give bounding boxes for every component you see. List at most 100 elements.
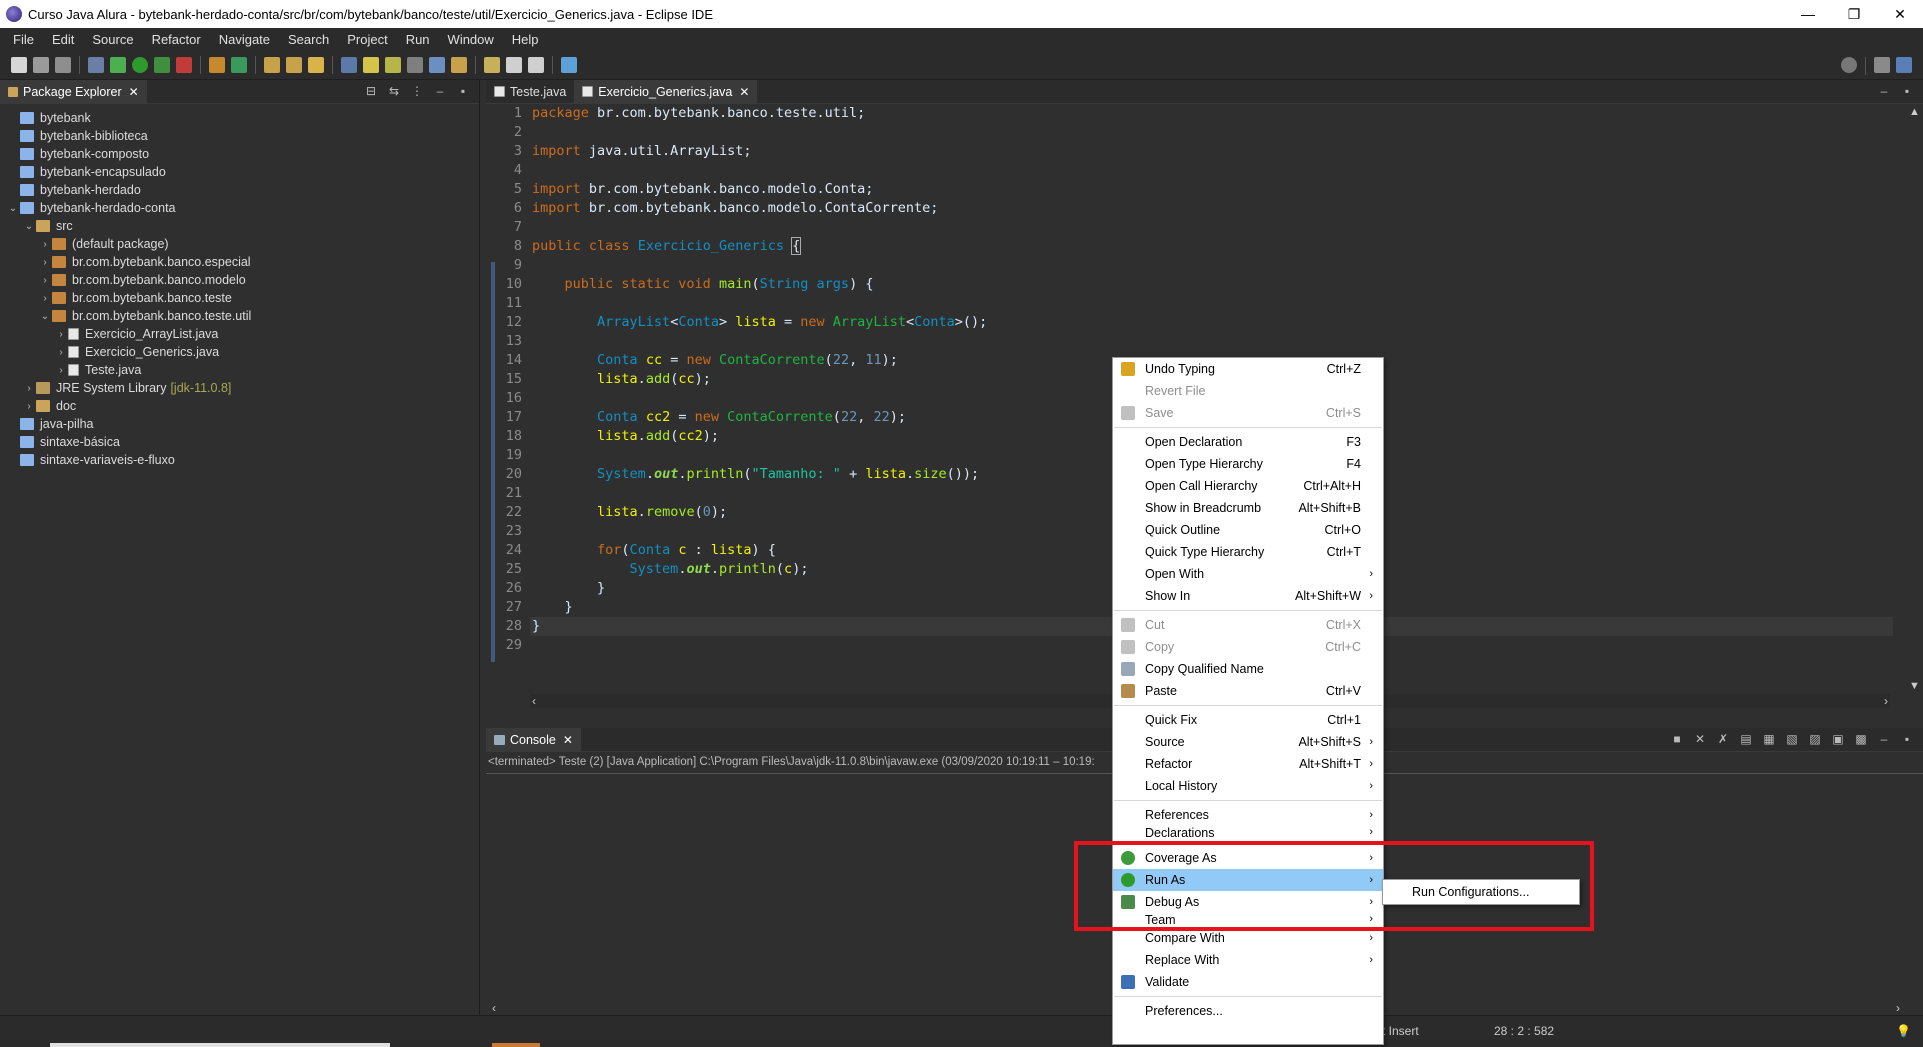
pin-console-icon[interactable]: ▧ xyxy=(1784,732,1800,746)
menu-item-quick-fix[interactable]: Quick Fix Ctrl+1 xyxy=(1113,709,1383,731)
terminate-icon[interactable]: ■ xyxy=(1669,732,1685,746)
scroll-lock-icon[interactable]: ▤ xyxy=(1738,732,1754,746)
close-icon[interactable]: ✕ xyxy=(739,85,749,99)
link-with-editor-icon[interactable]: ⇆ xyxy=(386,84,402,98)
menu-item-open-with[interactable]: Open With › xyxy=(1113,563,1383,585)
minimize-view-icon[interactable]: – xyxy=(432,84,448,98)
new-class-icon[interactable] xyxy=(231,56,247,73)
menu-item-show-in-breadcrumb[interactable]: Show in Breadcrumb Alt+Shift+B xyxy=(1113,497,1383,519)
tree-item[interactable]: › Exercicio_ArrayList.java xyxy=(0,325,479,343)
menu-item-refactor[interactable]: Refactor Alt+Shift+T › xyxy=(1113,753,1383,775)
collapsed-arrow-icon[interactable]: › xyxy=(38,257,52,268)
search-tool-icon[interactable] xyxy=(308,56,324,73)
menu-item-validate[interactable]: Validate xyxy=(1113,971,1383,993)
remove-all-terminated-icon[interactable]: ✗ xyxy=(1715,732,1731,746)
menu-source[interactable]: Source xyxy=(83,32,142,47)
collapse-all-icon[interactable]: ⊟ xyxy=(363,84,379,98)
maximize-editor-icon[interactable]: ▪ xyxy=(1899,84,1915,98)
tree-item[interactable]: sintaxe-básica xyxy=(0,433,479,451)
menu-project[interactable]: Project xyxy=(338,32,396,47)
menu-item-undo-typing[interactable]: Undo Typing Ctrl+Z xyxy=(1113,358,1383,380)
show-whitespace-icon[interactable] xyxy=(407,56,423,73)
search-icon[interactable] xyxy=(1841,57,1857,73)
coverage-icon[interactable] xyxy=(154,56,170,73)
tree-item[interactable]: › Exercicio_Generics.java xyxy=(0,343,479,361)
new-java-project-icon[interactable] xyxy=(209,56,225,73)
expanded-arrow-icon[interactable]: ⌄ xyxy=(6,203,20,214)
maximize-view-icon[interactable]: ▪ xyxy=(1899,732,1915,746)
tree-item[interactable]: ⌄ src xyxy=(0,217,479,235)
tab-console[interactable]: Console ✕ xyxy=(486,727,581,752)
last-edit-icon[interactable] xyxy=(484,56,500,73)
tree-item[interactable]: bytebank-encapsulado xyxy=(0,163,479,181)
menu-file[interactable]: File xyxy=(4,32,43,47)
scroll-left-icon[interactable]: ‹ xyxy=(492,1001,496,1015)
editor-vertical-scrollbar[interactable]: ▲ ▼ xyxy=(1905,104,1923,694)
menu-item-paste[interactable]: Paste Ctrl+V xyxy=(1113,680,1383,702)
collapsed-arrow-icon[interactable]: › xyxy=(54,329,68,340)
menu-item-source[interactable]: Source Alt+Shift+S › xyxy=(1113,731,1383,753)
word-wrap-icon[interactable]: ▦ xyxy=(1761,732,1777,746)
menu-item-references[interactable]: References › xyxy=(1113,804,1383,826)
tree-item[interactable]: java-pilha xyxy=(0,415,479,433)
tree-item[interactable]: ⌄ bytebank-herdado-conta xyxy=(0,199,479,217)
scroll-left-icon[interactable]: ‹ xyxy=(532,694,536,708)
mark-occurrences-icon[interactable] xyxy=(363,56,379,73)
next-annotation-icon[interactable] xyxy=(451,56,467,73)
menu-item-quick-outline[interactable]: Quick Outline Ctrl+O xyxy=(1113,519,1383,541)
menu-item-show-in[interactable]: Show In Alt+Shift+W › xyxy=(1113,585,1383,607)
expanded-arrow-icon[interactable]: ⌄ xyxy=(38,311,52,322)
skip-breakpoints-icon[interactable] xyxy=(88,56,104,73)
minimize-button[interactable]: — xyxy=(1785,0,1831,28)
menu-search[interactable]: Search xyxy=(279,32,338,47)
collapsed-arrow-icon[interactable]: › xyxy=(22,401,36,412)
menu-navigate[interactable]: Navigate xyxy=(210,32,279,47)
collapsed-arrow-icon[interactable]: › xyxy=(54,365,68,376)
collapsed-arrow-icon[interactable]: › xyxy=(22,383,36,394)
close-icon[interactable]: ✕ xyxy=(129,85,139,99)
run-icon[interactable] xyxy=(132,56,148,73)
tree-item[interactable]: › Teste.java xyxy=(0,361,479,379)
menu-window[interactable]: Window xyxy=(439,32,503,47)
editor-tab[interactable]: Exercicio_Generics.java ✕ xyxy=(574,79,758,104)
close-icon[interactable]: ✕ xyxy=(563,733,573,747)
menu-item-open-type-hierarchy[interactable]: Open Type Hierarchy F4 xyxy=(1113,453,1383,475)
menu-item-declarations[interactable]: Declarations › xyxy=(1113,826,1383,840)
tab-package-explorer[interactable]: Package Explorer ✕ xyxy=(0,79,147,104)
debug-icon[interactable] xyxy=(110,56,126,73)
pin-editor-icon[interactable] xyxy=(561,56,577,73)
block-selection-icon[interactable] xyxy=(385,56,401,73)
java-perspective-icon[interactable] xyxy=(1896,57,1912,73)
display-console-icon[interactable]: ▣ xyxy=(1830,732,1846,746)
maximize-view-icon[interactable]: ▪ xyxy=(455,84,471,98)
scroll-right-icon[interactable]: › xyxy=(1896,1001,1900,1015)
menu-edit[interactable]: Edit xyxy=(43,32,83,47)
collapsed-arrow-icon[interactable]: › xyxy=(38,275,52,286)
restore-button[interactable]: ❐ xyxy=(1831,0,1877,28)
menu-item-local-history[interactable]: Local History › xyxy=(1113,775,1383,797)
menu-item-open-declaration[interactable]: Open Declaration F3 xyxy=(1113,431,1383,453)
tree-item[interactable]: › br.com.bytebank.banco.especial xyxy=(0,253,479,271)
menu-item-copy-qualified-name[interactable]: Copy Qualified Name xyxy=(1113,658,1383,680)
new-icon[interactable] xyxy=(11,56,27,73)
external-tools-icon[interactable] xyxy=(176,56,192,73)
tree-item[interactable]: bytebank-biblioteca xyxy=(0,127,479,145)
menu-help[interactable]: Help xyxy=(503,32,548,47)
editor-tab[interactable]: Teste.java xyxy=(486,80,574,104)
scroll-right-icon[interactable]: › xyxy=(1884,694,1888,708)
minimize-editor-icon[interactable]: – xyxy=(1876,84,1892,98)
tree-item[interactable]: › br.com.bytebank.banco.modelo xyxy=(0,271,479,289)
pilcrow-icon[interactable] xyxy=(429,56,445,73)
toggle-breadcrumb-icon[interactable] xyxy=(341,56,357,73)
remove-launch-icon[interactable]: ✕ xyxy=(1692,732,1708,746)
forward-icon[interactable] xyxy=(528,56,544,73)
tree-item[interactable]: bytebank-composto xyxy=(0,145,479,163)
open-perspective-icon[interactable] xyxy=(1874,57,1890,73)
menu-run[interactable]: Run xyxy=(397,32,439,47)
minimize-view-icon[interactable]: – xyxy=(1876,732,1892,746)
scroll-down-icon[interactable]: ▼ xyxy=(1909,680,1920,692)
menu-item-quick-type-hierarchy[interactable]: Quick Type Hierarchy Ctrl+T xyxy=(1113,541,1383,563)
tree-item[interactable]: › (default package) xyxy=(0,235,479,253)
lightbulb-icon[interactable]: 💡 xyxy=(1896,1024,1911,1038)
close-window-button[interactable]: ✕ xyxy=(1877,0,1923,28)
